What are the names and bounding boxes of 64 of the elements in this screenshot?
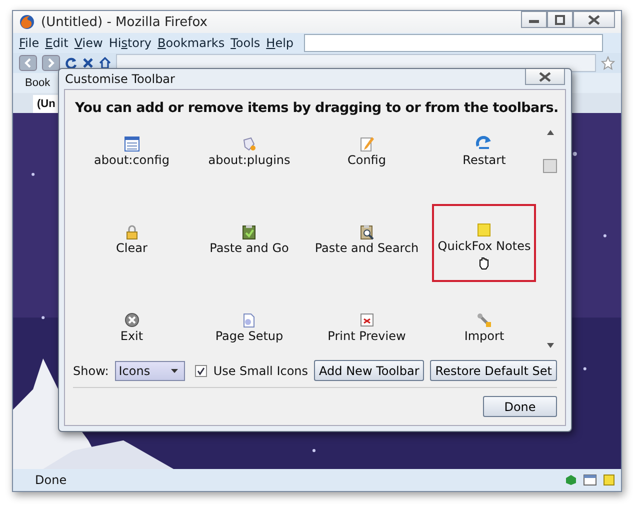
up-arrow-icon [546,130,554,135]
reload-icon[interactable] [65,57,77,69]
close-icon [588,14,600,24]
toolbar-item[interactable]: Page Setup [197,304,302,354]
close-button[interactable] [525,69,565,85]
clipboard-search-icon [358,224,375,240]
padlock-icon [124,224,140,240]
stop-icon[interactable] [82,57,94,69]
bookmark-item[interactable]: Book [25,77,50,89]
toolbar-item[interactable]: Clear [80,216,184,288]
show-dropdown[interactable]: Icons [114,360,186,380]
caret-icon [171,368,178,372]
minimize-button[interactable] [521,11,547,28]
done-button[interactable]: Done [483,396,557,417]
down-arrow-icon [546,343,554,348]
toolbar-item[interactable]: Import [432,304,536,354]
search-field[interactable] [304,34,603,52]
show-label: Show: [73,364,109,378]
toolbar-button[interactable]: Add New Toolbar [314,360,424,381]
menu-item[interactable]: Tools [230,36,260,50]
menu-item[interactable]: Help [266,36,294,50]
preview-icon [358,312,375,328]
window-title: (Untitled) - Mozilla Firefox [41,14,208,30]
toolbar-item[interactable]: Print Preview [314,304,419,354]
toolbar-item[interactable]: Paste and Go [197,216,302,288]
note-icon [603,474,615,486]
list-icon [124,136,140,152]
maximize-icon [555,14,565,24]
menu-item[interactable]: View [74,36,103,50]
page-icon [241,312,258,328]
toolbar-item[interactable]: about:plugins [197,128,302,200]
hand-cursor-icon [478,256,490,270]
close-circle-icon [124,312,140,328]
menu-item[interactable]: History [108,36,152,50]
note-icon [476,222,492,238]
toolbar-item[interactable]: Exit [80,304,184,354]
small-icons-checkbox[interactable] [195,364,208,376]
back-button[interactable] [19,55,37,71]
checkbox-label: Use Small Icons [213,364,308,378]
toolbar-item[interactable]: Paste and Search [314,216,419,288]
clipboard-icon [241,224,258,240]
star-icon[interactable] [601,56,615,70]
menu-item[interactable]: Edit [45,36,68,50]
toolbar-item[interactable]: Restart [432,128,536,200]
dialog-heading: You can add or remove items by dragging to or from the toolbars. [74,99,560,118]
toolbar-item[interactable]: Config [314,128,419,200]
scrollbar-thumb[interactable] [543,159,557,173]
refresh-icon [476,136,492,152]
menu-item[interactable]: File [19,36,40,50]
pencil-icon [358,136,375,152]
close-icon [539,72,551,82]
toolbar-item[interactable]: about:config [80,128,184,200]
toolbar-item[interactable]: QuickFox Notes [432,204,536,282]
maximize-button[interactable] [547,11,573,28]
globe-icon [19,14,35,30]
browser-tab[interactable]: (Un [33,95,60,113]
dialog-title: Customise Toolbar [65,72,175,86]
forward-button[interactable] [42,55,60,71]
home-icon[interactable] [99,57,111,69]
status-text: Done [34,473,67,487]
toolbar-button[interactable]: Restore Default Set [430,360,557,381]
menu-item[interactable]: Bookmarks [158,36,225,50]
window-icon [583,474,597,486]
close-button[interactable] [573,11,615,28]
